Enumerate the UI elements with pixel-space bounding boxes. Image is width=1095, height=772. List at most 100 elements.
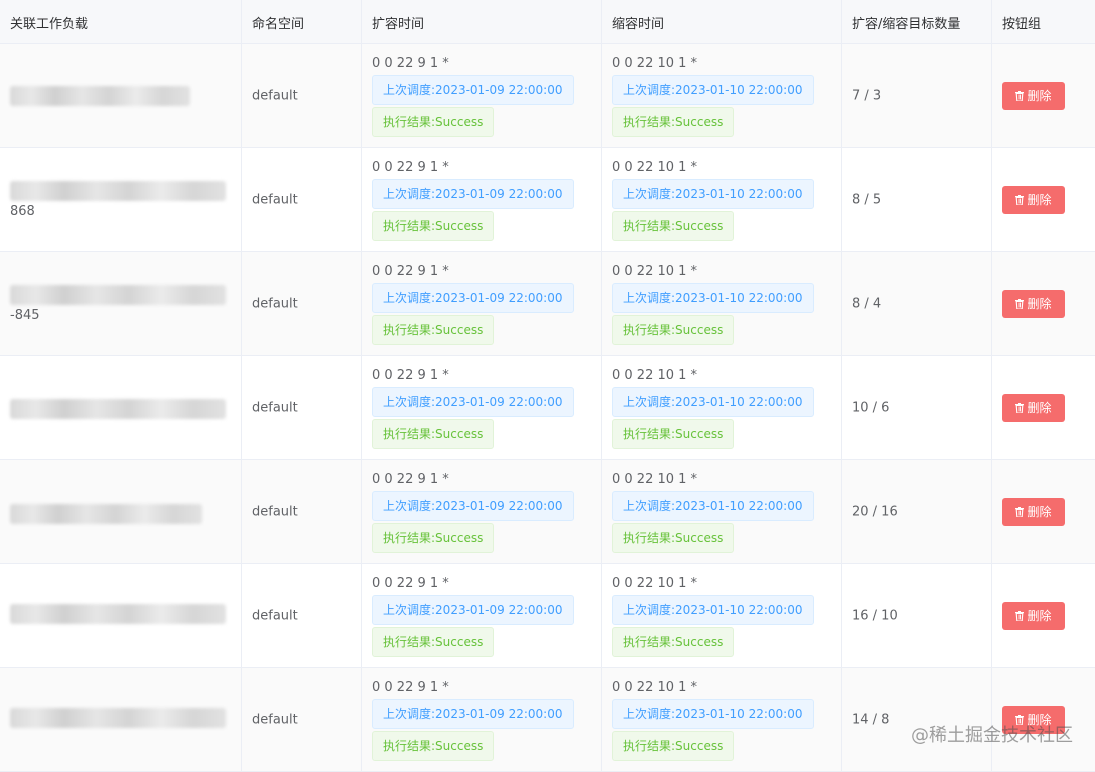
namespace-cell: default [242, 252, 362, 355]
scale-up-result-tag: 执行结果:Success [372, 523, 495, 553]
delete-button[interactable]: 删除 [1002, 289, 1065, 318]
header-button-group: 按钮组 [1002, 17, 1042, 32]
namespace-value: default [252, 296, 298, 311]
header-namespace: 命名空间 [252, 17, 305, 32]
redacted-workload-name [10, 604, 226, 624]
scale-up-cell: 0 0 22 9 1 * 上次调度:2023-01-09 22:00:00 执行结果… [362, 356, 602, 459]
target-count-value: 20 / 16 [852, 504, 898, 519]
scale-down-cell: 0 0 22 10 1 * 上次调度:2023-01-10 22:00:00 执行结… [602, 668, 842, 771]
trash-icon [1015, 298, 1025, 309]
scale-up-cell: 0 0 22 9 1 * 上次调度:2023-01-09 22:00:00 执行结果… [362, 252, 602, 355]
scale-down-cron: 0 0 22 10 1 * [612, 56, 698, 71]
delete-button[interactable]: 删除 [1002, 81, 1065, 110]
table-header: 关联工作负载 命名空间 扩容时间 缩容时间 扩容/缩容目标数量 按钮组 [0, 0, 1095, 44]
scale-down-cron: 0 0 22 10 1 * [612, 472, 698, 487]
target-count-cell: 10 / 6 [842, 356, 992, 459]
header-target-count: 扩容/缩容目标数量 [852, 17, 961, 32]
scale-down-last-schedule-tag: 上次调度:2023-01-10 22:00:00 [612, 75, 814, 105]
namespace-value: default [252, 400, 298, 415]
table-row: default 0 0 22 9 1 * 上次调度:2023-01-09 22:00… [0, 564, 1095, 668]
scale-up-cell: 0 0 22 9 1 * 上次调度:2023-01-09 22:00:00 执行结果… [362, 44, 602, 147]
namespace-value: default [252, 88, 298, 103]
scale-up-result-tag: 执行结果:Success [372, 315, 495, 345]
scale-up-cron: 0 0 22 9 1 * [372, 264, 449, 279]
scale-down-cell: 0 0 22 10 1 * 上次调度:2023-01-10 22:00:00 执行结… [602, 44, 842, 147]
header-cell-namespace: 命名空间 [242, 0, 362, 43]
scale-up-last-schedule-tag: 上次调度:2023-01-09 22:00:00 [372, 283, 574, 313]
target-count-value: 14 / 8 [852, 712, 890, 727]
actions-cell: 删除 [992, 460, 1095, 563]
target-count-cell: 8 / 4 [842, 252, 992, 355]
scale-down-last-schedule-tag: 上次调度:2023-01-10 22:00:00 [612, 595, 814, 625]
scale-up-cell: 0 0 22 9 1 * 上次调度:2023-01-09 22:00:00 执行结果… [362, 460, 602, 563]
scale-down-cell: 0 0 22 10 1 * 上次调度:2023-01-10 22:00:00 执行结… [602, 564, 842, 667]
workload-name-suffix: 868 [10, 204, 35, 219]
delete-button[interactable]: 删除 [1002, 601, 1065, 630]
scale-up-cron: 0 0 22 9 1 * [372, 160, 449, 175]
namespace-cell: default [242, 356, 362, 459]
scale-up-cron: 0 0 22 9 1 * [372, 576, 449, 591]
namespace-value: default [252, 192, 298, 207]
header-scale-up-time: 扩容时间 [372, 17, 425, 32]
scale-up-result-tag: 执行结果:Success [372, 107, 495, 137]
scale-up-cell: 0 0 22 9 1 * 上次调度:2023-01-09 22:00:00 执行结果… [362, 668, 602, 771]
delete-button[interactable]: 删除 [1002, 393, 1065, 422]
header-cell-target: 扩容/缩容目标数量 [842, 0, 992, 43]
namespace-value: default [252, 504, 298, 519]
scale-up-result-tag: 执行结果:Success [372, 211, 495, 241]
scale-up-result-tag: 执行结果:Success [372, 627, 495, 657]
namespace-cell: default [242, 668, 362, 771]
scale-down-cron: 0 0 22 10 1 * [612, 680, 698, 695]
trash-icon [1015, 90, 1025, 101]
redacted-workload-name [10, 504, 202, 524]
scale-up-result-tag: 执行结果:Success [372, 419, 495, 449]
actions-cell: 删除 [992, 668, 1095, 771]
scale-down-last-schedule-tag: 上次调度:2023-01-10 22:00:00 [612, 387, 814, 417]
scale-down-result-tag: 执行结果:Success [612, 627, 735, 657]
namespace-cell: default [242, 148, 362, 251]
redacted-workload-name [10, 399, 226, 419]
scale-up-cell: 0 0 22 9 1 * 上次调度:2023-01-09 22:00:00 执行结果… [362, 148, 602, 251]
delete-button-label: 删除 [1027, 193, 1052, 207]
scale-down-cell: 0 0 22 10 1 * 上次调度:2023-01-10 22:00:00 执行结… [602, 356, 842, 459]
redacted-workload-name [10, 708, 226, 728]
redacted-workload-name [10, 86, 190, 106]
scale-down-cell: 0 0 22 10 1 * 上次调度:2023-01-10 22:00:00 执行结… [602, 252, 842, 355]
scale-down-cell: 0 0 22 10 1 * 上次调度:2023-01-10 22:00:00 执行结… [602, 148, 842, 251]
workload-cell: -845 [0, 252, 242, 355]
scale-down-cell: 0 0 22 10 1 * 上次调度:2023-01-10 22:00:00 执行结… [602, 460, 842, 563]
scale-up-cron: 0 0 22 9 1 * [372, 472, 449, 487]
scale-up-cron: 0 0 22 9 1 * [372, 368, 449, 383]
actions-cell: 删除 [992, 44, 1095, 147]
delete-button[interactable]: 删除 [1002, 185, 1065, 214]
scale-down-result-tag: 执行结果:Success [612, 315, 735, 345]
delete-button-label: 删除 [1027, 401, 1052, 415]
header-cell-workload: 关联工作负载 [0, 0, 242, 43]
workload-cell [0, 668, 242, 771]
scale-up-last-schedule-tag: 上次调度:2023-01-09 22:00:00 [372, 75, 574, 105]
actions-cell: 删除 [992, 356, 1095, 459]
target-count-value: 16 / 10 [852, 608, 898, 623]
target-count-cell: 8 / 5 [842, 148, 992, 251]
target-count-value: 8 / 5 [852, 192, 882, 207]
workload-cell: 868 [0, 148, 242, 251]
table-row: default 0 0 22 9 1 * 上次调度:2023-01-09 22:00… [0, 460, 1095, 564]
scale-down-cron: 0 0 22 10 1 * [612, 368, 698, 383]
target-count-cell: 16 / 10 [842, 564, 992, 667]
target-count-cell: 7 / 3 [842, 44, 992, 147]
workload-name-suffix: -845 [10, 308, 40, 323]
namespace-value: default [252, 712, 298, 727]
delete-button-label: 删除 [1027, 505, 1052, 519]
header-scale-down-time: 缩容时间 [612, 17, 665, 32]
scale-up-result-tag: 执行结果:Success [372, 731, 495, 761]
header-cell-scale-down: 缩容时间 [602, 0, 842, 43]
delete-button[interactable]: 删除 [1002, 497, 1065, 526]
workload-cell [0, 356, 242, 459]
delete-button-label: 删除 [1027, 609, 1052, 623]
header-cell-scale-up: 扩容时间 [362, 0, 602, 43]
workload-cell [0, 44, 242, 147]
trash-icon [1015, 402, 1025, 413]
scale-down-result-tag: 执行结果:Success [612, 107, 735, 137]
trash-icon [1015, 610, 1025, 621]
table-row: 868 default 0 0 22 9 1 * 上次调度:2023-01-09 22… [0, 148, 1095, 252]
